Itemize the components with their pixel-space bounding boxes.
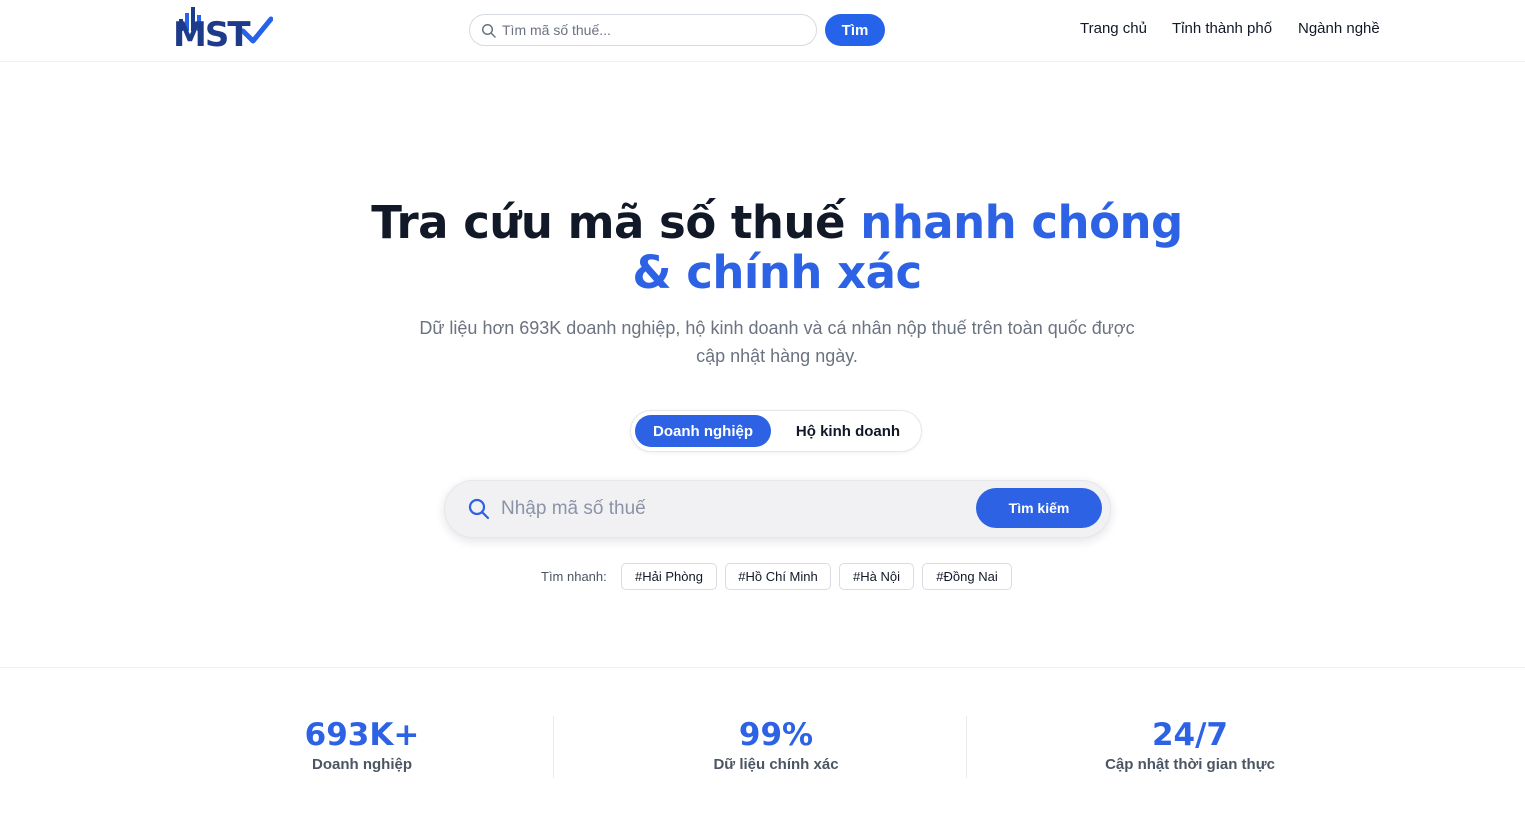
search-icon (481, 23, 496, 38)
nav-industries[interactable]: Ngành nghề (1298, 20, 1380, 37)
tax-code-input[interactable] (501, 481, 961, 537)
stat-label: Doanh nghiệp (312, 756, 412, 773)
site-header: MST Tìm Trang chủ Tỉnh thành phố Ngành n… (0, 0, 1525, 62)
nav-home[interactable]: Trang chủ (1080, 20, 1147, 37)
hero-title-dark: Tra cứu mã số thuế (371, 196, 861, 249)
stat-realtime: 24/7 Cập nhật thời gian thực (1040, 716, 1340, 773)
entity-type-toggle: Doanh nghiệp Hộ kinh doanh (630, 410, 922, 452)
header-search-button[interactable]: Tìm (825, 14, 885, 46)
hero-title: Tra cứu mã số thuế nhanh chóng & chính x… (362, 198, 1192, 298)
stat-label: Cập nhật thời gian thực (1105, 756, 1275, 773)
hero-subtitle: Dữ liệu hơn 693K doanh nghiệp, hộ kinh d… (362, 314, 1192, 370)
logo-text: MST (173, 15, 251, 55)
stat-value: 693K+ (304, 717, 420, 753)
nav-provinces[interactable]: Tỉnh thành phố (1172, 20, 1272, 37)
stat-label: Dữ liệu chính xác (713, 756, 839, 773)
header-search (469, 14, 817, 46)
quick-search-label: Tìm nhanh: (541, 569, 607, 584)
quick-tag-dong-nai[interactable]: #Đồng Nai (922, 563, 1012, 590)
stat-value: 24/7 (1151, 717, 1229, 753)
header-search-input[interactable] (502, 15, 802, 45)
tab-doanh-nghiep[interactable]: Doanh nghiệp (635, 415, 771, 447)
main-search: Tìm kiếm (444, 480, 1111, 538)
quick-tag-hai-phong[interactable]: #Hải Phòng (621, 563, 717, 590)
stat-divider (966, 716, 967, 778)
site-logo[interactable]: MST (173, 5, 273, 55)
stat-businesses: 693K+ Doanh nghiệp (212, 716, 512, 773)
stats-section: 693K+ Doanh nghiệp 99% Dữ liệu chính xác… (0, 667, 1525, 814)
quick-tag-ha-noi[interactable]: #Hà Nội (839, 563, 914, 590)
search-icon (468, 498, 490, 520)
stat-value: 99% (738, 717, 814, 753)
quick-tag-ho-chi-minh[interactable]: #Hồ Chí Minh (725, 563, 831, 590)
hero-subtitle-line2: cập nhật hàng ngày. (696, 346, 858, 366)
hero-subtitle-line1: Dữ liệu hơn 693K doanh nghiệp, hộ kinh d… (419, 318, 1135, 338)
search-button[interactable]: Tìm kiếm (976, 488, 1102, 528)
stat-accuracy: 99% Dữ liệu chính xác (626, 716, 926, 773)
tab-ho-kinh-doanh[interactable]: Hộ kinh doanh (779, 415, 917, 447)
stat-divider (553, 716, 554, 778)
